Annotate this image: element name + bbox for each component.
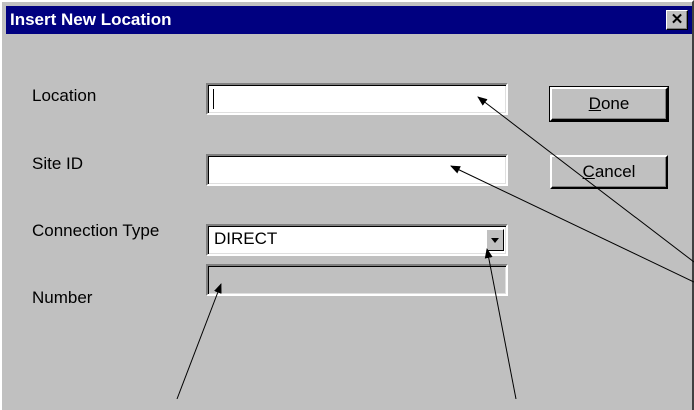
insert-location-dialog: Insert New Location ✕ Location Site ID C… [0,0,694,410]
title-bar: Insert New Location ✕ [6,6,692,34]
chevron-down-icon[interactable] [486,229,504,251]
site-id-label: Site ID [32,154,84,173]
dialog-title: Insert New Location [10,10,172,29]
cancel-button[interactable]: Cancel [550,155,668,189]
text-caret [213,89,214,109]
close-icon[interactable]: ✕ [666,10,688,30]
done-button[interactable]: Done [549,86,669,122]
number-input [206,264,508,296]
location-input[interactable] [206,83,508,115]
location-label: Location [32,86,97,105]
done-mnemonic: D [588,94,601,113]
connection-type-label: Connection Type [32,221,160,240]
site-id-input[interactable] [206,154,508,186]
cancel-mnemonic: C [582,162,595,181]
number-label: Number [32,288,93,307]
cancel-label-rest: ancel [594,162,636,181]
done-label-rest: one [600,94,630,113]
connection-type-select[interactable]: DIRECT [206,224,508,256]
connection-type-value: DIRECT [214,229,278,248]
